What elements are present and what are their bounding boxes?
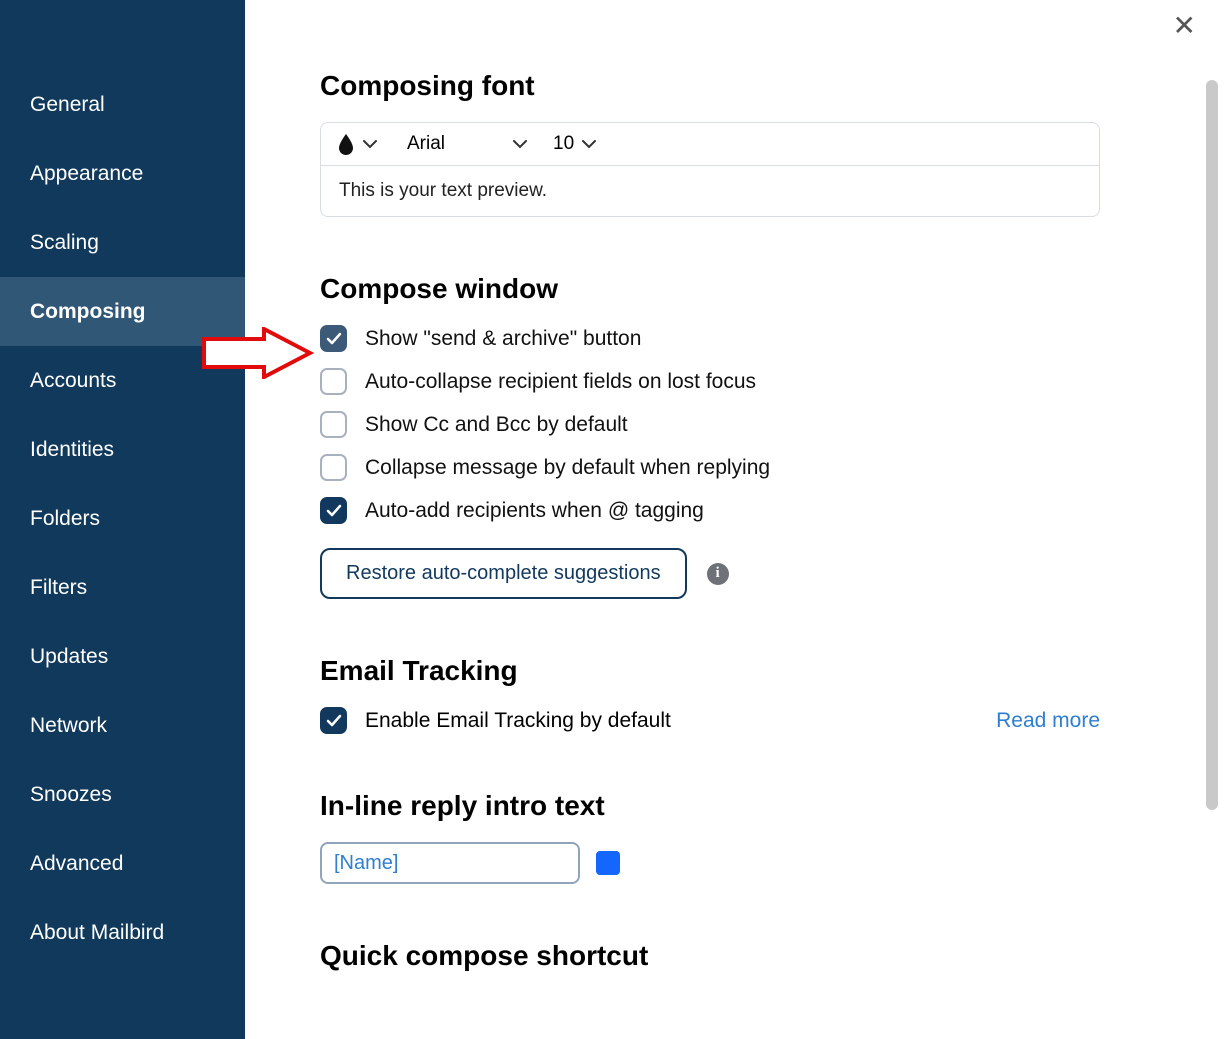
- font-size-dropdown[interactable]: 10: [553, 133, 596, 155]
- sidebar-item-network[interactable]: Network: [0, 691, 245, 760]
- sidebar-item-accounts[interactable]: Accounts: [0, 346, 245, 415]
- sidebar-item-composing[interactable]: Composing: [0, 277, 245, 346]
- sidebar-item-snoozes[interactable]: Snoozes: [0, 760, 245, 829]
- sidebar-item-label: Composing: [30, 300, 146, 324]
- sidebar-item-label: Accounts: [30, 369, 116, 393]
- sidebar-item-appearance[interactable]: Appearance: [0, 139, 245, 208]
- option-auto-collapse[interactable]: Auto-collapse recipient fields on lost f…: [320, 368, 1102, 395]
- sidebar-item-label: Filters: [30, 576, 87, 600]
- sidebar-item-label: Appearance: [30, 162, 143, 186]
- option-label: Show Cc and Bcc by default: [365, 413, 628, 437]
- font-settings-box: Arial 10 This is your text preview.: [320, 122, 1100, 217]
- option-label: Enable Email Tracking by default: [365, 709, 671, 733]
- sidebar-item-label: Folders: [30, 507, 100, 531]
- section-title-font: Composing font: [320, 70, 1102, 102]
- option-collapse-reply[interactable]: Collapse message by default when replyin…: [320, 454, 1102, 481]
- chevron-down-icon: [513, 139, 527, 149]
- checkbox[interactable]: [320, 707, 347, 734]
- settings-sidebar: General Appearance Scaling Composing Acc…: [0, 0, 245, 1039]
- sidebar-item-scaling[interactable]: Scaling: [0, 208, 245, 277]
- sidebar-item-label: Snoozes: [30, 783, 112, 807]
- sidebar-item-label: Scaling: [30, 231, 99, 255]
- sidebar-item-label: Updates: [30, 645, 108, 669]
- info-icon[interactable]: i: [707, 563, 729, 585]
- section-title-inline-reply: In-line reply intro text: [320, 790, 1102, 822]
- settings-content: Composing font Arial: [245, 0, 1200, 1039]
- font-preview-text: This is your text preview.: [321, 166, 1099, 216]
- checkbox[interactable]: [320, 411, 347, 438]
- sidebar-item-about[interactable]: About Mailbird: [0, 898, 245, 967]
- section-title-quick-compose: Quick compose shortcut: [320, 940, 1102, 972]
- option-send-archive[interactable]: Show "send & archive" button: [320, 325, 1102, 352]
- option-label: Show "send & archive" button: [365, 327, 641, 351]
- font-color-dropdown[interactable]: [337, 133, 377, 155]
- sidebar-item-advanced[interactable]: Advanced: [0, 829, 245, 898]
- option-auto-add-recipients[interactable]: Auto-add recipients when @ tagging: [320, 497, 1102, 524]
- checkbox[interactable]: [320, 497, 347, 524]
- section-title-tracking: Email Tracking: [320, 655, 1102, 687]
- checkbox[interactable]: [320, 454, 347, 481]
- sidebar-item-label: Identities: [30, 438, 114, 462]
- chevron-down-icon: [363, 139, 377, 149]
- font-family-value: Arial: [407, 133, 445, 155]
- sidebar-item-label: Network: [30, 714, 107, 738]
- sidebar-item-general[interactable]: General: [0, 70, 245, 139]
- font-size-value: 10: [553, 133, 574, 155]
- color-swatch[interactable]: [596, 851, 620, 875]
- sidebar-item-folders[interactable]: Folders: [0, 484, 245, 553]
- sidebar-item-updates[interactable]: Updates: [0, 622, 245, 691]
- close-icon[interactable]: ✕: [1173, 12, 1196, 40]
- section-title-compose-window: Compose window: [320, 273, 1102, 305]
- sidebar-item-label: Advanced: [30, 852, 123, 876]
- sidebar-item-label: About Mailbird: [30, 921, 164, 945]
- inline-reply-input[interactable]: [320, 842, 580, 884]
- sidebar-item-identities[interactable]: Identities: [0, 415, 245, 484]
- read-more-link[interactable]: Read more: [996, 709, 1100, 733]
- checkbox[interactable]: [320, 368, 347, 395]
- option-label: Collapse message by default when replyin…: [365, 456, 770, 480]
- sidebar-item-label: General: [30, 93, 105, 117]
- checkbox[interactable]: [320, 325, 347, 352]
- option-email-tracking[interactable]: Enable Email Tracking by default: [320, 707, 671, 734]
- option-cc-bcc[interactable]: Show Cc and Bcc by default: [320, 411, 1102, 438]
- drop-icon: [337, 133, 355, 155]
- font-family-dropdown[interactable]: Arial: [407, 133, 527, 155]
- scrollbar-thumb[interactable]: [1206, 80, 1218, 810]
- restore-autocomplete-button[interactable]: Restore auto-complete suggestions: [320, 548, 687, 599]
- option-label: Auto-add recipients when @ tagging: [365, 499, 704, 523]
- option-label: Auto-collapse recipient fields on lost f…: [365, 370, 756, 394]
- chevron-down-icon: [582, 139, 596, 149]
- sidebar-item-filters[interactable]: Filters: [0, 553, 245, 622]
